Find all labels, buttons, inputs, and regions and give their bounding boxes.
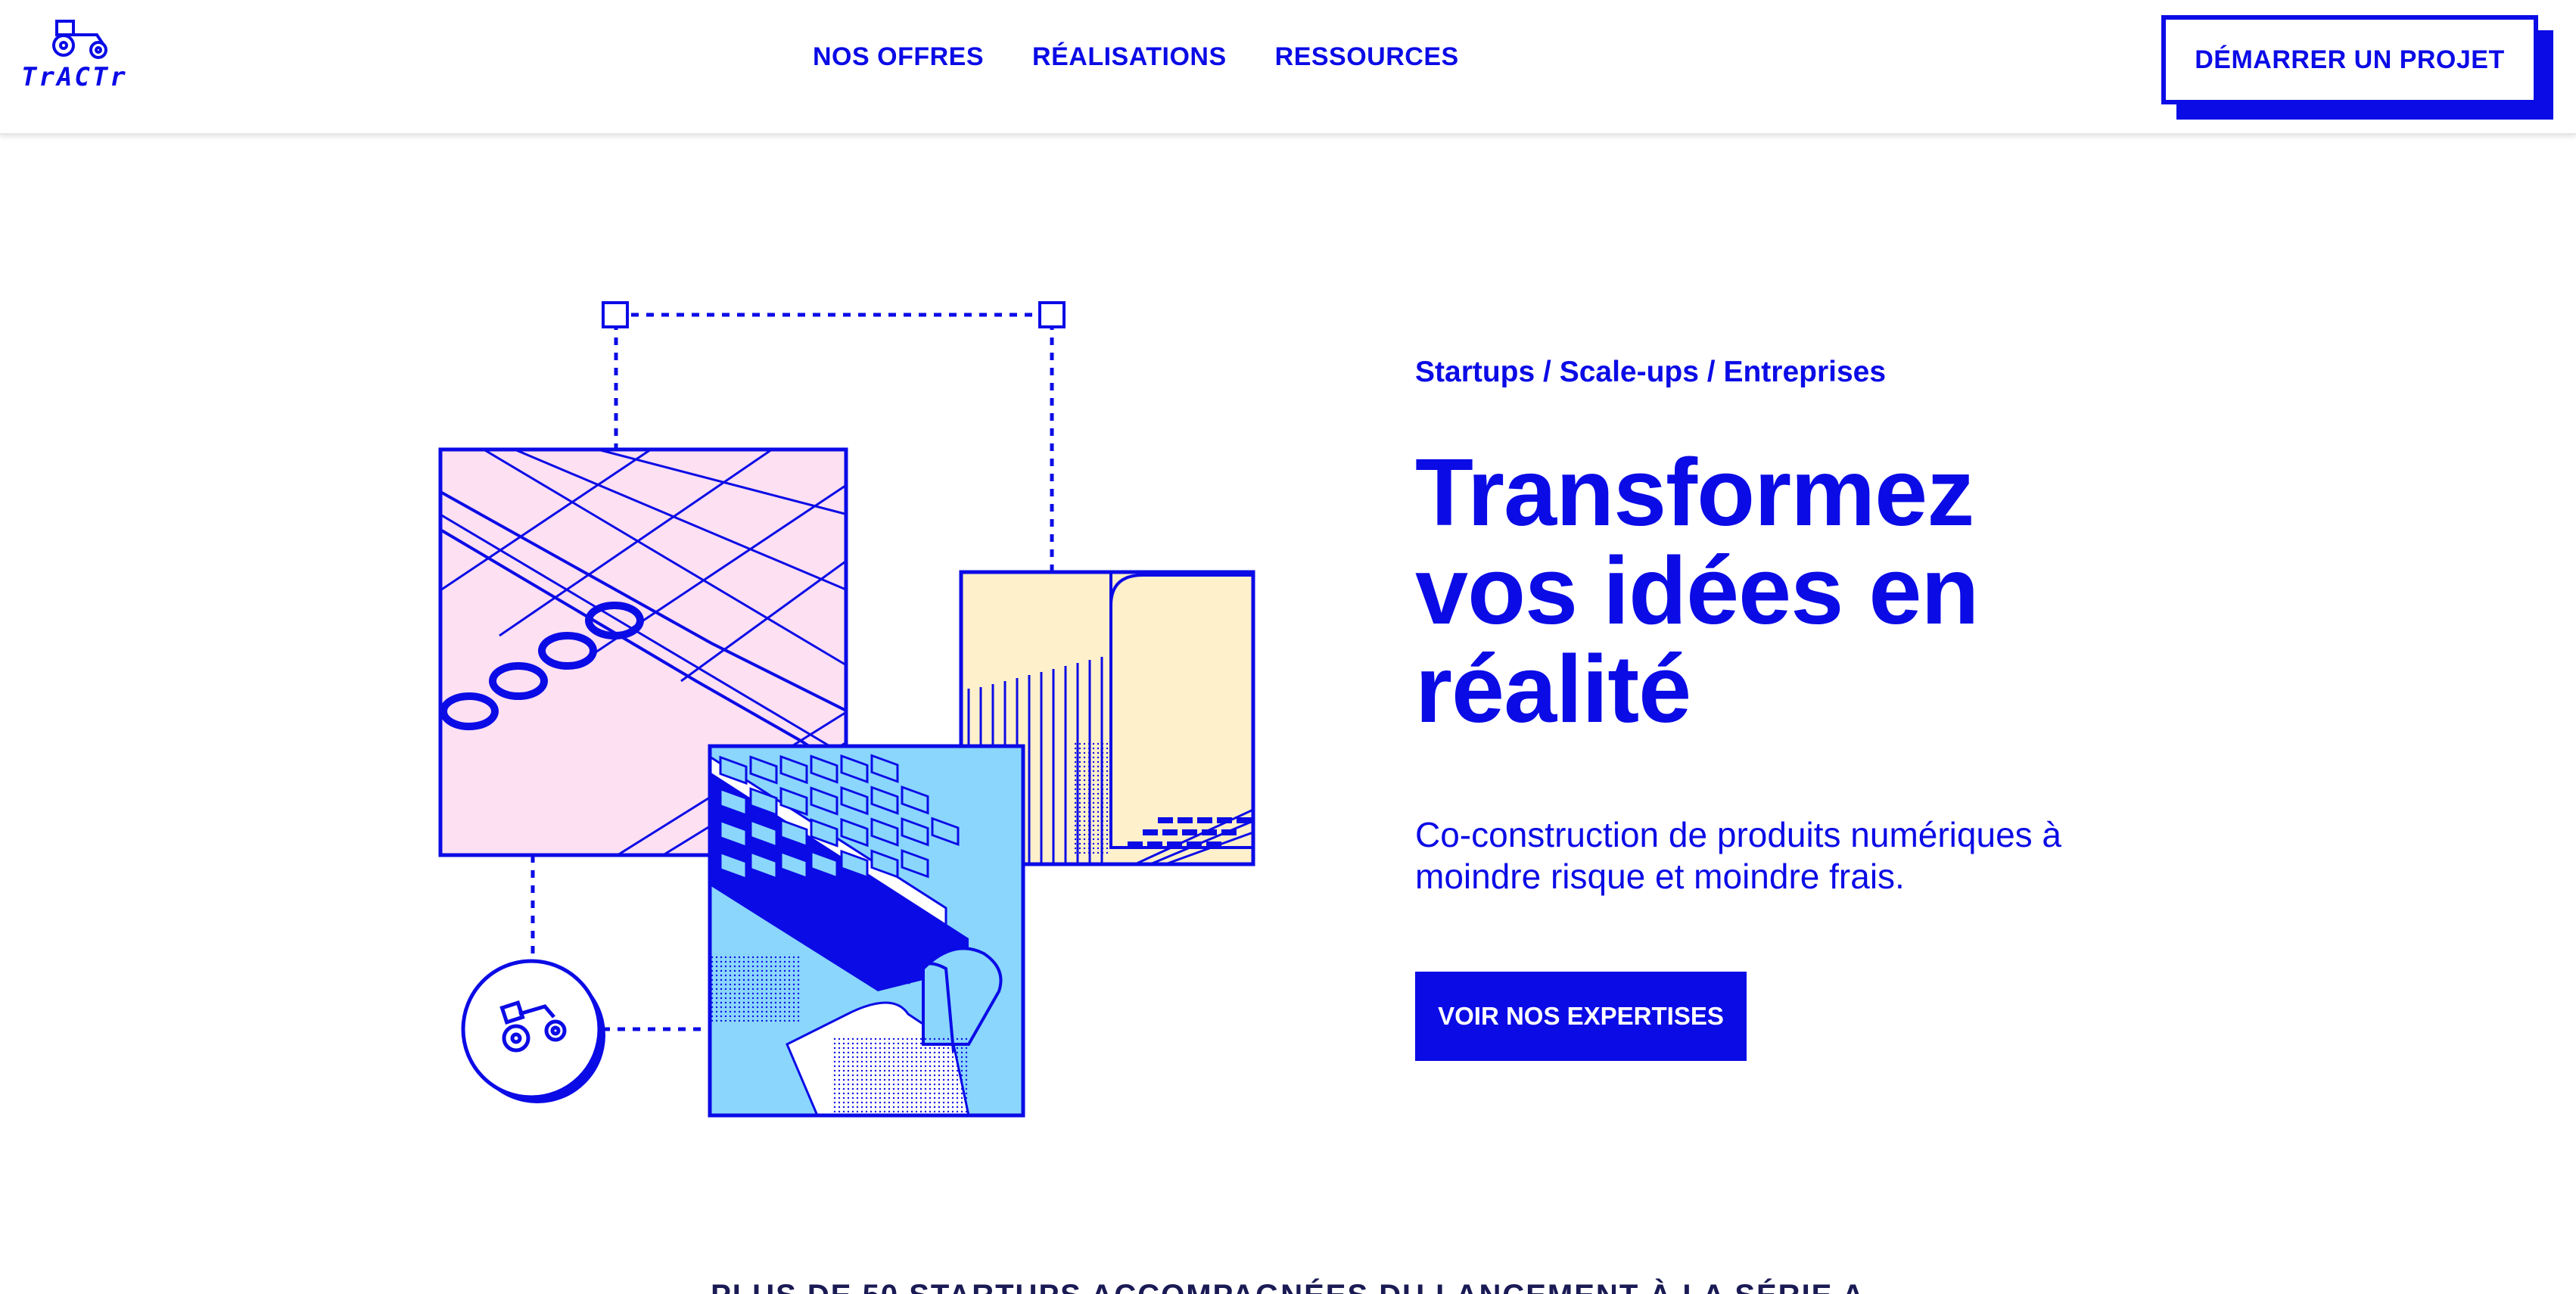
keyboard-card — [708, 744, 1025, 1118]
start-project-wrapper: DÉMARRER UN PROJET — [2161, 15, 2553, 120]
nav-item-ressources[interactable]: RESSOURCES — [1275, 42, 1459, 72]
hero-headline-line-2: vos idées en — [1415, 537, 1979, 644]
hero-eyebrow: Startups / Scale-ups / Entreprises — [1415, 356, 1887, 388]
selection-handle-left — [602, 301, 629, 328]
logo-text: TrACTr — [21, 62, 128, 92]
logo[interactable]: TrACTr — [21, 18, 135, 94]
hero-subtitle: Co-construction de produits numériques à… — [1415, 815, 2062, 896]
hero-headline-line-3: réalité — [1415, 636, 1691, 742]
hero-headline-line-1: Transformez — [1415, 439, 1974, 546]
hero-illustration-svg — [438, 301, 1255, 1118]
main-nav: NOS OFFRES RÉALISATIONS RESSOURCES — [813, 42, 1507, 72]
hero-headline: Transformez vos idées en réalité — [1415, 443, 2248, 739]
site-header: TrACTr NOS OFFRES RÉALISATIONS RESSOURCE… — [0, 0, 2576, 135]
tractor-badge — [461, 959, 605, 1103]
hero-illustration — [424, 288, 1286, 1135]
tractor-icon — [52, 20, 107, 59]
nav-item-realisations[interactable]: RÉALISATIONS — [1032, 42, 1227, 72]
start-project-button[interactable]: DÉMARRER UN PROJET — [2161, 15, 2538, 104]
startups-band-heading: PLUS DE 50 STARTUPS ACCOMPAGNÉES DU LANC… — [0, 1279, 2576, 1294]
see-expertises-button[interactable]: VOIR NOS EXPERTISES — [1415, 972, 1747, 1061]
nav-item-nos-offres[interactable]: NOS OFFRES — [813, 42, 984, 72]
selection-handle-right — [1038, 301, 1066, 328]
